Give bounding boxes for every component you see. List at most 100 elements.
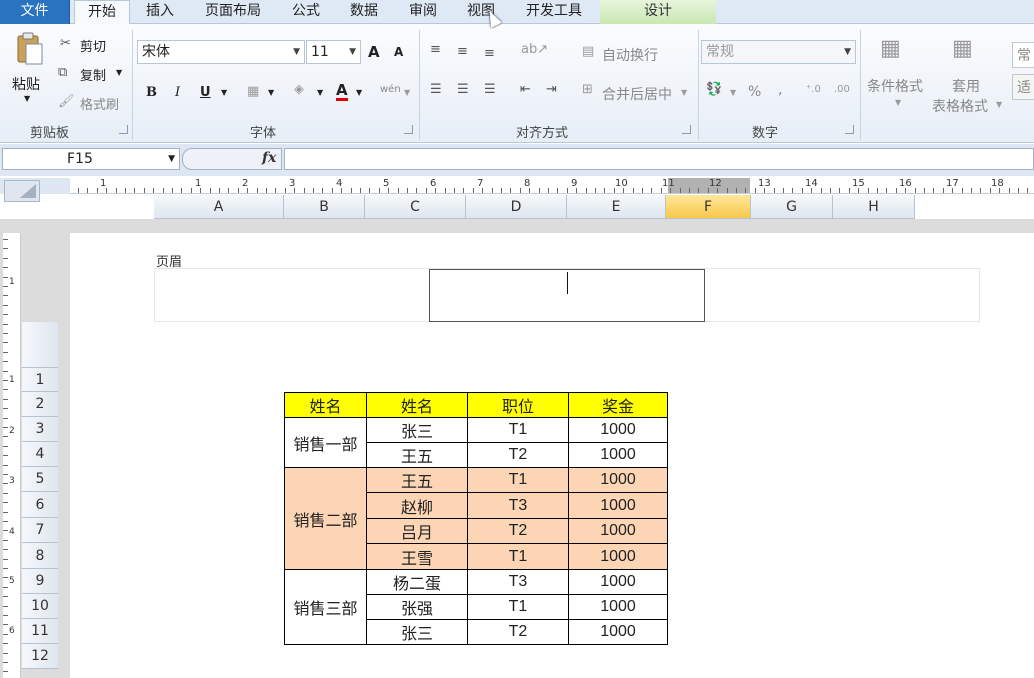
tab-8[interactable]: 开发工具 <box>512 0 596 24</box>
table-cell[interactable]: 王五 <box>366 442 468 468</box>
table-format-button-line1[interactable]: 套用 <box>952 76 980 96</box>
table-cell[interactable]: 赵柳 <box>366 492 468 519</box>
fill-dropdown-icon[interactable]: ▼ <box>317 88 323 97</box>
tab-3[interactable]: 页面布局 <box>190 0 276 24</box>
comma-button[interactable]: , <box>778 82 782 98</box>
row-header-7[interactable]: 7 <box>22 518 58 543</box>
column-header-f[interactable]: F <box>666 195 751 219</box>
tab-2[interactable]: 插入 <box>134 0 186 24</box>
table-cell[interactable]: T3 <box>467 569 569 595</box>
row-header-5[interactable]: 5 <box>22 467 58 492</box>
table-cell[interactable]: 王雪 <box>366 543 468 570</box>
cell-style-suitable[interactable]: 适 <box>1012 74 1034 100</box>
fill-color-icon[interactable]: ◈ <box>294 82 304 97</box>
row-header-8[interactable]: 8 <box>22 543 58 569</box>
department-cell[interactable]: 销售一部 <box>284 417 367 468</box>
table-cell[interactable]: 1000 <box>568 467 668 493</box>
decrease-decimal-icon[interactable]: .00 <box>834 84 850 95</box>
currency-icon[interactable]: 💱 <box>706 82 722 97</box>
table-cell[interactable]: T1 <box>467 543 569 570</box>
tab-4[interactable]: 公式 <box>280 0 332 24</box>
table-cell[interactable]: T2 <box>467 518 569 544</box>
table-cell[interactable]: 张三 <box>366 619 468 645</box>
table-cell[interactable]: 1000 <box>568 569 668 595</box>
font-color-button[interactable]: A <box>336 82 348 101</box>
row-header-11[interactable]: 11 <box>22 619 58 644</box>
table-header-cell[interactable]: 奖金 <box>568 392 668 418</box>
align-right-icon[interactable]: ☰ <box>484 82 496 97</box>
orientation-icon[interactable]: ab↗ <box>521 42 548 57</box>
italic-button[interactable]: I <box>175 85 180 100</box>
row-header-3[interactable]: 3 <box>22 417 58 442</box>
table-cell[interactable]: 1000 <box>568 619 668 645</box>
clipboard-launcher-icon[interactable] <box>119 125 128 134</box>
table-cell[interactable]: T1 <box>467 417 569 443</box>
border-icon[interactable]: ▦ <box>247 84 259 99</box>
paste-button[interactable]: 粘贴 <box>12 74 40 94</box>
wrap-text-icon[interactable]: ▤ <box>582 44 594 59</box>
currency-dropdown-icon[interactable]: ▼ <box>730 88 736 97</box>
increase-decimal-icon[interactable]: ⁺.0 <box>806 84 821 95</box>
underline-dropdown-icon[interactable]: ▼ <box>221 88 227 97</box>
underline-button[interactable]: U <box>200 85 211 100</box>
paste-dropdown-icon[interactable]: ▼ <box>24 94 30 103</box>
table-header-cell[interactable]: 姓名 <box>366 392 468 418</box>
wrap-text-button[interactable]: 自动换行 <box>602 45 658 65</box>
column-header-d[interactable]: D <box>466 195 567 219</box>
align-middle-icon[interactable]: ≡ <box>457 44 468 59</box>
align-left-icon[interactable]: ☰ <box>430 82 442 97</box>
border-dropdown-icon[interactable]: ▼ <box>268 88 274 97</box>
table-cell[interactable]: 1000 <box>568 442 668 468</box>
horizontal-ruler[interactable]: 1 1 2 3 4 5 6 7 8 9 10 11 12 13 14 15 16 17 18 <box>70 178 1034 194</box>
grow-font-button[interactable]: A <box>368 43 380 61</box>
table-cell[interactable]: 吕月 <box>366 518 468 544</box>
vertical-ruler[interactable]: 1 1 2 3 4 5 6 <box>3 233 21 678</box>
paste-icon[interactable] <box>12 32 46 66</box>
table-format-button-line2[interactable]: 表格格式 <box>932 96 988 116</box>
align-center-icon[interactable]: ☰ <box>457 82 469 97</box>
font-color-dropdown-icon[interactable]: ▼ <box>356 88 362 97</box>
table-cell[interactable]: 王五 <box>366 467 468 493</box>
column-header-a[interactable]: A <box>154 195 284 219</box>
decrease-indent-icon[interactable]: ⇤ <box>520 82 531 97</box>
table-cell[interactable]: 张三 <box>366 417 468 443</box>
conditional-dropdown-icon[interactable]: ▼ <box>895 98 901 107</box>
table-format-dropdown-icon[interactable]: ▼ <box>996 100 1002 109</box>
column-header-h[interactable]: H <box>833 195 915 219</box>
merge-center-button[interactable]: 合并后居中 <box>602 84 672 104</box>
cell-style-normal[interactable]: 常 <box>1012 42 1034 68</box>
table-cell[interactable]: 杨二蛋 <box>366 569 468 595</box>
tab-9[interactable]: 设计 <box>600 0 716 24</box>
table-cell[interactable]: 1000 <box>568 594 668 620</box>
tab-6[interactable]: 审阅 <box>396 0 450 24</box>
align-top-icon[interactable]: ≡ <box>430 42 441 57</box>
row-header-9[interactable]: 9 <box>22 569 58 594</box>
table-cell[interactable]: T2 <box>467 619 569 645</box>
table-cell[interactable]: 1000 <box>568 518 668 544</box>
tab-5[interactable]: 数据 <box>336 0 392 24</box>
department-cell[interactable]: 销售三部 <box>284 569 367 645</box>
copy-button[interactable]: 复制 <box>80 65 106 84</box>
table-format-icon[interactable]: ▦ <box>952 36 973 61</box>
row-header-6[interactable]: 6 <box>22 492 58 518</box>
row-header-1[interactable]: 1 <box>22 368 58 392</box>
number-launcher-icon[interactable] <box>845 125 854 134</box>
table-cell[interactable]: 张强 <box>366 594 468 620</box>
column-header-e[interactable]: E <box>567 195 666 219</box>
number-format-combo[interactable]: 常规 ▼ <box>701 40 856 64</box>
conditional-format-button[interactable]: 条件格式 <box>867 76 923 96</box>
increase-indent-icon[interactable]: ⇥ <box>546 82 557 97</box>
table-header-cell[interactable]: 职位 <box>467 392 569 418</box>
column-header-c[interactable]: C <box>365 195 466 219</box>
scissors-icon[interactable]: ✂ <box>60 36 71 51</box>
name-box[interactable]: F15 ▼ <box>2 148 180 170</box>
table-cell[interactable]: 1000 <box>568 543 668 570</box>
column-header-g[interactable]: G <box>751 195 833 219</box>
merge-dropdown-icon[interactable]: ▼ <box>681 88 687 97</box>
copy-dropdown-icon[interactable]: ▼ <box>116 68 122 77</box>
merge-center-icon[interactable]: ⊞ <box>582 82 593 97</box>
copy-icon[interactable]: ⧉ <box>58 65 67 80</box>
format-painter-icon[interactable]: 🖌 <box>58 94 75 109</box>
conditional-format-icon[interactable]: ▦ <box>880 36 901 61</box>
phonetic-dropdown-icon[interactable]: ▼ <box>404 88 410 97</box>
